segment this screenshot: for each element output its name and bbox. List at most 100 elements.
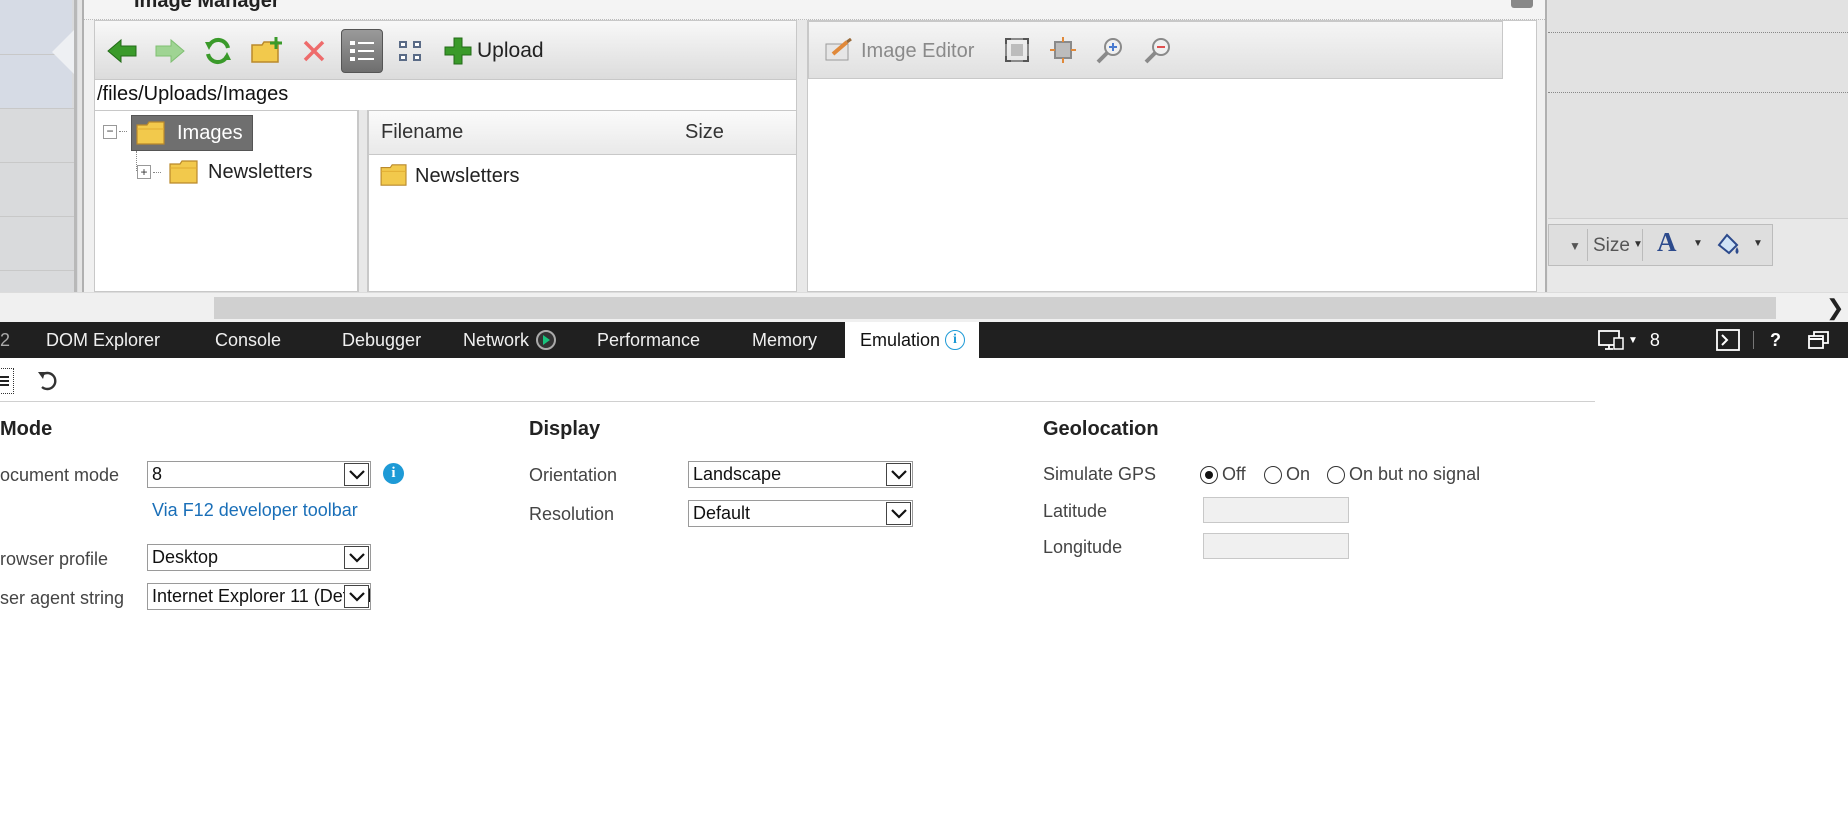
folder-icon — [380, 164, 407, 186]
browser-viewport: ▼ Size ▼ A ▼ ▼ Image Manager Upload /fil… — [0, 0, 1848, 322]
resolution-select[interactable]: Default — [688, 500, 913, 527]
simulate-gps-label: Simulate GPS — [1043, 464, 1157, 484]
column-header-filename[interactable]: Filename — [381, 121, 463, 144]
network-recording-icon[interactable] — [536, 330, 556, 350]
user-agent-select[interactable]: Internet Explorer 11 (Default) — [147, 583, 371, 610]
zoom-in-icon[interactable] — [1095, 36, 1125, 66]
reset-button[interactable] — [36, 368, 60, 397]
tab-memory[interactable]: Memory — [752, 322, 817, 358]
pane-splitter[interactable] — [358, 110, 368, 292]
new-folder-button[interactable] — [245, 29, 287, 73]
scrollbar-thumb[interactable] — [214, 297, 1776, 319]
tree-node-images[interactable]: Images — [131, 115, 253, 151]
menu-button[interactable] — [0, 368, 14, 394]
tree-node-label: Newsletters — [208, 161, 313, 183]
mode-heading: Mode — [0, 418, 53, 440]
browser-profile-select[interactable]: Desktop — [147, 544, 371, 571]
back-button[interactable] — [101, 29, 143, 73]
upload-button[interactable]: Upload — [437, 29, 577, 73]
gps-option-label: Off — [1222, 464, 1246, 484]
latitude-field[interactable] — [1203, 497, 1349, 523]
dropdown-arrow-icon[interactable]: ▼ — [1569, 239, 1581, 253]
horizontal-scrollbar[interactable]: ❯ — [0, 292, 1848, 322]
column-header-size[interactable]: Size — [685, 121, 724, 144]
scroll-right-icon[interactable]: ❯ — [1826, 295, 1844, 321]
monitor-icon — [1598, 330, 1624, 350]
gps-radio-off[interactable]: Off — [1200, 464, 1246, 485]
dropdown-arrow-icon[interactable]: ▼ — [1753, 238, 1763, 249]
console-icon — [1716, 329, 1740, 351]
tab-f12-number: 2 — [0, 330, 11, 350]
pane-splitter[interactable] — [797, 20, 807, 292]
tree-node-newsletters[interactable]: Newsletters — [165, 155, 325, 191]
plus-icon — [444, 37, 472, 65]
radio-icon — [1264, 465, 1282, 484]
collapse-notch-icon[interactable] — [52, 30, 74, 74]
tab-network-label[interactable]: Network — [463, 322, 529, 358]
fit-to-screen-icon[interactable] — [1003, 36, 1031, 64]
console-toggle-button[interactable] — [1716, 322, 1740, 358]
arrow-right-icon — [155, 38, 185, 64]
user-agent-label: ser agent string — [0, 588, 125, 608]
radio-icon — [1327, 465, 1345, 484]
tab-emulation[interactable]: Emulation i — [845, 322, 979, 358]
expand-icon[interactable]: + — [137, 165, 151, 179]
folder-icon — [169, 160, 198, 184]
collapse-icon[interactable]: − — [103, 125, 117, 139]
document-mode-select[interactable]: 8 — [147, 461, 371, 488]
zoom-out-icon[interactable] — [1143, 36, 1173, 66]
refresh-button[interactable] — [197, 29, 239, 73]
list-view-button[interactable] — [341, 29, 383, 73]
new-folder-icon — [251, 37, 282, 63]
delete-icon — [303, 40, 325, 62]
image-editor-label[interactable]: Image Editor — [861, 40, 974, 63]
font-color-icon[interactable]: A — [1657, 227, 1677, 258]
undock-button[interactable] — [1808, 322, 1830, 358]
arrow-left-icon — [107, 38, 137, 64]
actual-size-icon[interactable] — [1049, 36, 1077, 64]
file-grid: Filename Size Newsletters — [368, 110, 797, 292]
longitude-field[interactable] — [1203, 533, 1349, 559]
chevron-down-icon — [344, 463, 369, 486]
chevron-down-icon — [886, 502, 911, 525]
help-button[interactable]: ? — [1770, 322, 1781, 358]
delete-button[interactable] — [293, 29, 335, 73]
document-mode-number: 8 — [1649, 329, 1660, 350]
list-view-icon — [350, 41, 374, 61]
file-toolbar: Upload — [94, 20, 797, 80]
forward-button[interactable] — [149, 29, 191, 73]
latitude-label: Latitude — [1043, 501, 1108, 521]
size-dropdown[interactable]: Size ▼ — [1587, 229, 1643, 261]
image-editor-pane: Image Editor — [807, 20, 1537, 292]
thumbnail-view-button[interactable] — [389, 29, 431, 73]
tab-debugger[interactable]: Debugger — [342, 322, 421, 358]
gps-option-label: On — [1286, 464, 1311, 484]
display-heading: Display — [529, 418, 601, 440]
tab-dom-explorer[interactable]: DOM Explorer — [46, 322, 160, 358]
file-name: Newsletters — [415, 165, 520, 187]
tab-performance[interactable]: Performance — [597, 322, 700, 358]
dialog-title: Image Manager — [134, 0, 280, 12]
highlight-color-icon[interactable] — [1713, 229, 1743, 264]
browser-profile-label: rowser profile — [0, 549, 109, 569]
info-icon[interactable]: i — [383, 463, 404, 484]
help-icon: ? — [1770, 329, 1781, 350]
close-icon[interactable] — [1511, 0, 1533, 8]
list-item[interactable]: Newsletters — [379, 159, 779, 195]
grid-header: Filename Size — [369, 111, 796, 155]
orientation-select[interactable]: Landscape — [688, 461, 913, 488]
tab-console[interactable]: Console — [215, 322, 281, 358]
gps-radio-no-signal[interactable]: On but no signal — [1327, 464, 1480, 485]
chevron-down-icon: ▼ — [1628, 334, 1638, 346]
document-mode-indicator[interactable]: ▼ 8 — [1598, 322, 1660, 358]
via-f12-link[interactable]: Via F12 developer toolbar — [152, 500, 358, 521]
folder-tree: − Images + Newsletters — [94, 110, 358, 292]
radio-selected-icon — [1200, 465, 1218, 484]
upload-label: Upload — [477, 39, 544, 62]
geolocation-heading: Geolocation — [1043, 418, 1159, 440]
user-agent-value: Internet Explorer 11 (Default) — [152, 586, 371, 606]
gps-radio-on[interactable]: On — [1264, 464, 1310, 485]
dropdown-arrow-icon[interactable]: ▼ — [1693, 238, 1703, 249]
dialog-titlebar: Image Manager — [84, 0, 1545, 20]
image-editor-icon[interactable] — [825, 38, 855, 64]
